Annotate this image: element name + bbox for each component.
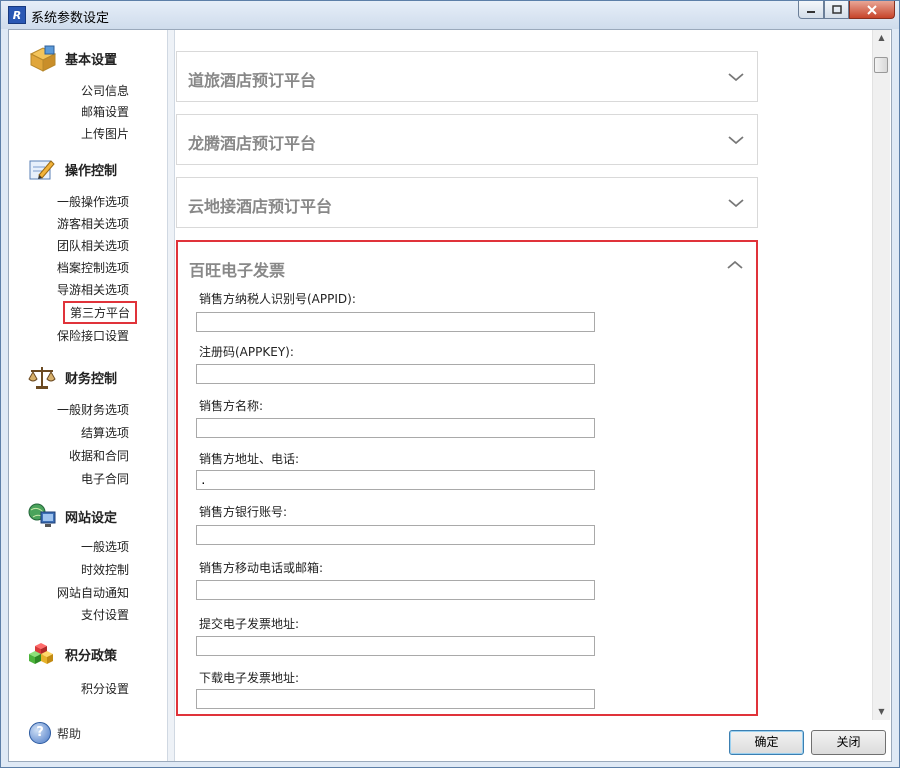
close-icon: [867, 4, 877, 15]
sidebar-group-title: 财务控制: [65, 371, 118, 387]
panel-longteng-hotel[interactable]: 龙腾酒店预订平台: [176, 114, 758, 165]
network-icon: [27, 502, 57, 530]
field-label-seller-name: 销售方名称:: [199, 399, 264, 413]
vertical-scrollbar[interactable]: ▲ ▼: [872, 30, 890, 720]
client-area: 基本设置 公司信息 邮箱设置 上传图片 操作控制 一般操作选项 游客相关选项 团…: [8, 29, 892, 762]
minimize-icon: [807, 10, 815, 13]
sidebar-item-email-settings[interactable]: 邮箱设置: [81, 103, 129, 120]
sidebar-item-company-info[interactable]: 公司信息: [81, 82, 129, 99]
sidebar-splitter[interactable]: [167, 30, 175, 761]
maximize-icon: [831, 4, 842, 14]
panel-daolv-hotel[interactable]: 道旅酒店预订平台: [176, 51, 758, 102]
sidebar-group-basic[interactable]: 基本设置: [27, 44, 117, 72]
appkey-input[interactable]: [196, 364, 595, 384]
sidebar-item-settlement-options[interactable]: 结算选项: [81, 424, 129, 441]
sidebar-item-tourist-options[interactable]: 游客相关选项: [57, 215, 129, 232]
maximize-button[interactable]: [824, 1, 849, 19]
help-label: 帮助: [57, 726, 82, 741]
sidebar-group-operation[interactable]: 操作控制: [27, 155, 117, 183]
field-label-seller-address-phone: 销售方地址、电话:: [199, 452, 300, 466]
scroll-down-arrow-icon[interactable]: ▼: [873, 704, 890, 720]
sidebar-item-payment-settings[interactable]: 支付设置: [81, 606, 129, 623]
sidebar-group-title: 基本设置: [65, 52, 118, 68]
pencil-icon: [27, 155, 57, 183]
sidebar-group-finance[interactable]: 财务控制: [27, 363, 117, 391]
submit-invoice-url-input[interactable]: [196, 636, 595, 656]
sidebar-item-general-operation[interactable]: 一般操作选项: [57, 193, 129, 210]
settings-window: R 系统参数设定 基本设置 公司信息 邮箱设置 上传图片 操作控制 一般操作选项…: [0, 0, 900, 768]
sidebar-group-title: 操作控制: [65, 163, 118, 179]
sidebar-item-e-contract[interactable]: 电子合同: [81, 470, 129, 487]
scroll-up-arrow-icon[interactable]: ▲: [873, 30, 890, 46]
sidebar-group-points[interactable]: 积分政策: [27, 640, 117, 668]
box-icon: [27, 44, 57, 72]
field-label-download-invoice-url: 下载电子发票地址:: [199, 671, 300, 685]
panel-yundijie-hotel[interactable]: 云地接酒店预订平台: [176, 177, 758, 228]
chevron-down-icon[interactable]: [727, 194, 745, 212]
app-icon: R: [8, 6, 26, 24]
seller-mobile-email-input[interactable]: [196, 580, 595, 600]
sidebar-item-time-control[interactable]: 时效控制: [81, 561, 129, 578]
download-invoice-url-input[interactable]: [196, 689, 595, 709]
sidebar-item-points-settings[interactable]: 积分设置: [81, 680, 129, 697]
field-label-submit-invoice-url: 提交电子发票地址:: [199, 617, 300, 631]
seller-bank-account-input[interactable]: [196, 525, 595, 545]
panel-title: 龙腾酒店预订平台: [188, 134, 317, 153]
sidebar-item-team-options[interactable]: 团队相关选项: [57, 237, 129, 254]
close-button[interactable]: 关闭: [811, 730, 886, 755]
window-title: 系统参数设定: [31, 11, 110, 26]
help-icon: ?: [29, 722, 51, 744]
close-window-button[interactable]: [849, 1, 895, 19]
scale-icon: [27, 363, 57, 391]
sidebar-item-upload-images[interactable]: 上传图片: [81, 125, 129, 142]
sidebar-item-website-auto-notify[interactable]: 网站自动通知: [57, 584, 129, 601]
panel-title: 道旅酒店预订平台: [188, 71, 317, 90]
title-bar[interactable]: R 系统参数设定: [1, 1, 899, 29]
sidebar-item-insurance-interface[interactable]: 保险接口设置: [57, 327, 129, 344]
sidebar-item-receipts-contracts[interactable]: 收据和合同: [69, 447, 129, 464]
ok-button[interactable]: 确定: [729, 730, 804, 755]
help-link[interactable]: ? 帮助: [29, 722, 81, 744]
sidebar-item-general-finance[interactable]: 一般财务选项: [57, 401, 129, 418]
sidebar-item-archive-control[interactable]: 档案控制选项: [57, 259, 129, 276]
panel-title: 云地接酒店预订平台: [188, 197, 333, 216]
settings-content: 道旅酒店预订平台 龙腾酒店预订平台 云地接酒店预订平台 百旺电子发票 销售方纳税…: [175, 30, 872, 761]
appid-input[interactable]: [196, 312, 595, 332]
sidebar-group-title: 网站设定: [65, 510, 118, 526]
chevron-up-icon[interactable]: [726, 256, 744, 274]
scrollbar-thumb[interactable]: [874, 57, 888, 73]
sidebar: 基本设置 公司信息 邮箱设置 上传图片 操作控制 一般操作选项 游客相关选项 团…: [9, 30, 167, 761]
field-label-seller-mobile-email: 销售方移动电话或邮箱:: [199, 561, 324, 575]
sidebar-item-guide-options[interactable]: 导游相关选项: [57, 281, 129, 298]
chevron-down-icon[interactable]: [727, 68, 745, 86]
field-label-appid: 销售方纳税人识别号(APPID):: [199, 292, 356, 306]
seller-address-phone-input[interactable]: [196, 470, 595, 490]
sidebar-group-title: 积分政策: [65, 648, 118, 664]
sidebar-item-third-party-platform[interactable]: 第三方平台: [62, 301, 138, 324]
panel-title: 百旺电子发票: [189, 261, 286, 280]
chevron-down-icon[interactable]: [727, 131, 745, 149]
sidebar-item-general-options[interactable]: 一般选项: [81, 538, 129, 555]
panel-baiwang-e-invoice[interactable]: 百旺电子发票 销售方纳税人识别号(APPID): 注册码(APPKEY): 销售…: [176, 240, 758, 716]
field-label-seller-bank-account: 销售方银行账号:: [199, 505, 288, 519]
minimize-button[interactable]: [798, 1, 824, 19]
cubes-icon: [27, 640, 57, 668]
seller-name-input[interactable]: [196, 418, 595, 438]
field-label-appkey: 注册码(APPKEY):: [199, 345, 294, 359]
sidebar-group-website[interactable]: 网站设定: [27, 502, 117, 530]
